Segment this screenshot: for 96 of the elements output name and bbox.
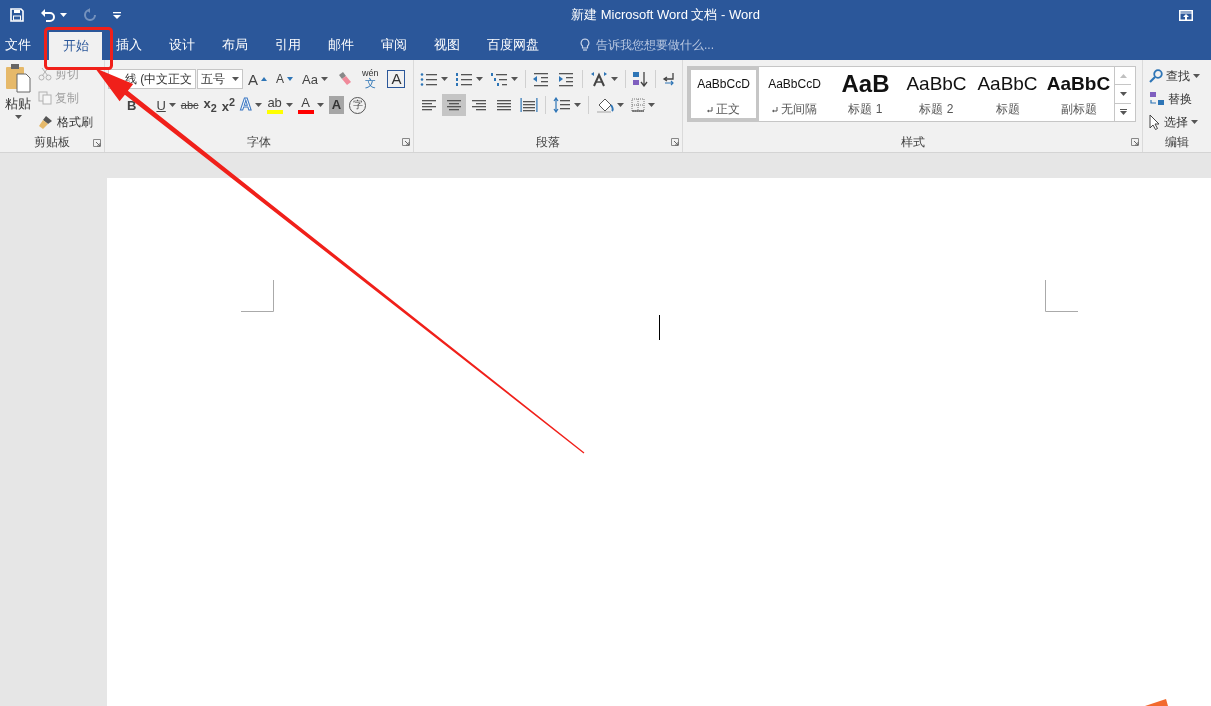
format-painter-button[interactable]: 格式刷 [35, 111, 96, 133]
shrink-button[interactable]: A [272, 68, 298, 90]
launcher-icon [1131, 138, 1139, 146]
scissors-icon [38, 67, 52, 81]
pointer-icon [1149, 114, 1161, 130]
color-button[interactable]: A [295, 96, 326, 114]
style-item[interactable]: AaBbC 标题 [972, 67, 1043, 121]
annotation-frame [44, 27, 113, 70]
align-center-icon [445, 97, 463, 113]
align-justify-icon [495, 97, 513, 113]
bullet-list-icon [420, 71, 438, 87]
caret-icon [648, 103, 655, 107]
align-right-icon [470, 97, 488, 113]
lightbulb-icon [580, 38, 590, 52]
customize-icon [113, 11, 121, 19]
subscript-button[interactable]: x$_{2}$ [201, 96, 219, 114]
ribbon-display-icon [1179, 9, 1193, 21]
strike-button[interactable]: abc [178, 96, 201, 114]
undo-icon [40, 8, 56, 22]
replace-button[interactable]: 替换 [1146, 88, 1208, 110]
ribbon-tab[interactable]: 设计 [155, 30, 208, 60]
launcher-icon [671, 138, 679, 146]
style-item[interactable]: AaBbC 标题 2 [901, 67, 972, 121]
save-icon [10, 8, 24, 22]
multilevel-list-icon [490, 71, 508, 87]
bold-button[interactable]: B [125, 96, 139, 114]
caret-icon [511, 77, 518, 81]
caret-icon [574, 103, 581, 107]
margin-corner-icon [1045, 280, 1078, 312]
ribbon-tab[interactable]: 开始 [49, 32, 102, 60]
replace-icon [1149, 91, 1165, 107]
select-button[interactable]: 选择 [1146, 111, 1208, 133]
search-icon [1149, 69, 1163, 83]
up-caret-icon [1119, 73, 1127, 78]
line-spacing-icon [553, 97, 571, 113]
ribbon-tab[interactable]: 布局 [208, 30, 261, 60]
increase-indent-icon [557, 71, 576, 87]
superscript-button[interactable]: x$^{2}$ [219, 96, 238, 114]
caret-icon [441, 77, 448, 81]
ribbon-tab[interactable]: 引用 [261, 30, 314, 60]
group-label: 字体 [247, 133, 271, 151]
copy-icon [38, 91, 52, 105]
underline-button[interactable]: U [154, 96, 178, 114]
grow-arrow-icon [261, 77, 267, 81]
group-label: 编辑 [1165, 134, 1189, 151]
case-button[interactable]: Aa [298, 68, 332, 90]
align-left-icon [420, 97, 438, 113]
ribbon-tab[interactable]: 邮件 [314, 30, 367, 60]
align-distributed-icon [520, 97, 538, 113]
caret-icon [1119, 92, 1127, 96]
ribbon-display-button[interactable] [1179, 9, 1193, 21]
numbered-list-icon [455, 71, 473, 87]
style-item[interactable]: AaBbCcD 正文 [688, 67, 759, 121]
shrink-arrow-icon [287, 77, 294, 81]
paintbrush-icon [38, 115, 54, 129]
redo-icon [83, 8, 97, 22]
asian-layout-icon [589, 71, 608, 87]
style-item[interactable]: AaB 标题 1 [830, 67, 901, 121]
margin-corner-icon [241, 280, 274, 312]
clipboard-icon [5, 63, 31, 93]
window-title: 新建 Microsoft Word 文档 - Word [570, 6, 761, 24]
phonetic-button[interactable]: wén 文 [357, 68, 383, 90]
style-item[interactable]: AaBbC 副标题 [1043, 67, 1114, 121]
align-center-button[interactable] [442, 94, 466, 116]
sort-icon [631, 71, 648, 87]
shading-button[interactable]: A [326, 96, 346, 114]
caret-icon [476, 77, 483, 81]
group-label: 剪贴板 [34, 134, 70, 151]
group-label: 样式 [901, 133, 925, 151]
ribbon-tab[interactable]: 文件 [0, 30, 36, 60]
ribbon-tab[interactable]: 百度网盘 [473, 30, 552, 60]
caret-icon [14, 115, 22, 119]
eraser-icon [336, 71, 353, 87]
decrease-indent-icon [532, 71, 551, 87]
grow-button[interactable]: A [244, 68, 271, 90]
caret-icon [232, 77, 239, 81]
style-item[interactable]: AaBbCcD 无间隔 [759, 67, 830, 121]
borders-icon [631, 98, 645, 112]
caret-icon [617, 103, 624, 107]
launcher-icon [93, 138, 101, 147]
find-button[interactable]: 查找 [1146, 65, 1208, 87]
caret-icon [610, 77, 618, 81]
arrow-annotation [1145, 699, 1168, 706]
paint-bucket-icon [596, 97, 614, 113]
font-size-field[interactable]: 五号 [197, 69, 243, 89]
highlight-button[interactable]: ab [264, 96, 295, 114]
text-cursor [659, 315, 660, 340]
launcher-icon [402, 138, 410, 146]
ribbon-tab[interactable]: 审阅 [367, 30, 420, 60]
more-icon [1119, 109, 1127, 116]
paragraph-mark-icon [662, 71, 676, 87]
ribbon-tab[interactable]: 视图 [420, 30, 473, 60]
paste-button[interactable]: 粘贴 [3, 63, 33, 133]
group-label: 段落 [536, 133, 560, 151]
tell-me-field[interactable]: 告诉我您想要做什么... [594, 37, 748, 53]
ribbon-tab[interactable]: 插入 [102, 30, 155, 60]
